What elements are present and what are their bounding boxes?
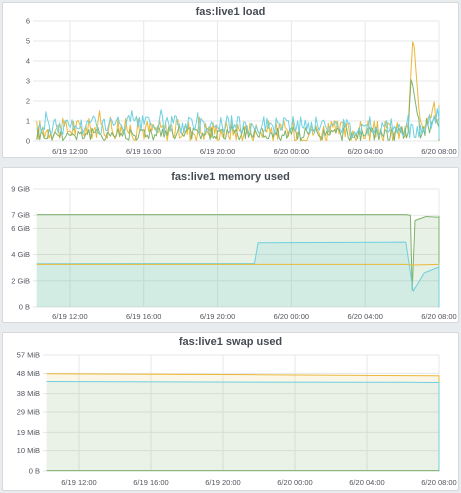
y-tick-label: 0 B xyxy=(29,467,40,476)
x-tick-label: 6/20 04:00 xyxy=(347,147,382,156)
y-tick-label: 6 xyxy=(26,17,30,26)
x-tick-label: 6/20 08:00 xyxy=(421,312,456,321)
y-tick-label: 1 xyxy=(26,117,30,126)
y-tick-label: 0 xyxy=(26,137,30,146)
x-tick-label: 6/20 00:00 xyxy=(274,147,309,156)
y-tick-label: 9 GiB xyxy=(11,185,30,194)
x-tick-label: 6/20 08:00 xyxy=(421,147,456,156)
load-panel: fas:live1 load 0 1 2 3 4 5 6 6/19 12:00 6/19 16:… xyxy=(2,2,459,158)
x-tick-label: 6/20 08:00 xyxy=(421,478,456,487)
y-tick-label: 6 GiB xyxy=(11,224,30,233)
x-tick-label: 6/19 16:00 xyxy=(126,147,161,156)
y-tick-label: 0 B xyxy=(19,303,30,312)
memory-chart[interactable]: 0 B 2 GiB 4 GiB 6 GiB 7 GiB 9 GiB 6/19 12:00 6/… xyxy=(3,168,460,324)
x-tick-label: 6/20 00:00 xyxy=(274,312,309,321)
x-tick-label: 6/19 12:00 xyxy=(52,147,87,156)
y-tick-label: 5 xyxy=(26,37,30,46)
x-tick-label: 6/20 00:00 xyxy=(277,478,312,487)
y-tick-label: 3 xyxy=(26,77,30,86)
y-tick-label: 10 MiB xyxy=(17,446,40,455)
x-tick-label: 6/20 04:00 xyxy=(347,312,382,321)
y-tick-label: 29 MiB xyxy=(17,407,40,416)
x-tick-label: 6/19 20:00 xyxy=(205,478,240,487)
y-tick-label: 4 xyxy=(26,57,30,66)
x-tick-label: 6/19 16:00 xyxy=(126,312,161,321)
x-tick-label: 6/19 20:00 xyxy=(200,147,235,156)
memory-panel: fas:live1 memory used 0 B2 GiB 4 GiB 6 GiB… xyxy=(2,167,459,323)
y-tick-label: 19 MiB xyxy=(17,428,40,437)
series-area-cyan xyxy=(46,381,439,471)
x-tick-label: 6/20 04:00 xyxy=(349,478,384,487)
x-tick-label: 6/19 12:00 xyxy=(52,312,87,321)
y-tick-label: 48 MiB xyxy=(17,369,40,378)
y-tick-label: 4 GiB xyxy=(11,250,30,259)
y-tick-label: 38 MiB xyxy=(17,389,40,398)
swap-chart[interactable]: 0 B 10 MiB 19 MiB 29 MiB 38 MiB 48 MiB 57 MiB 6… xyxy=(3,333,460,492)
swap-panel: fas:live1 swap used 0 B 10 MiB 19 MiB 29 Mi… xyxy=(2,332,459,491)
y-tick-label: 2 xyxy=(26,97,30,106)
y-tick-label: 2 GiB xyxy=(11,276,30,285)
x-tick-label: 6/19 20:00 xyxy=(200,312,235,321)
load-chart[interactable]: 0 1 2 3 4 5 6 6/19 12:00 6/19 16:00 6/19 20:00 6/2… xyxy=(3,3,460,159)
y-tick-label: 7 GiB xyxy=(11,211,30,220)
x-tick-label: 6/19 12:00 xyxy=(61,478,96,487)
y-tick-label: 57 MiB xyxy=(17,351,40,360)
x-tick-label: 6/19 16:00 xyxy=(133,478,168,487)
